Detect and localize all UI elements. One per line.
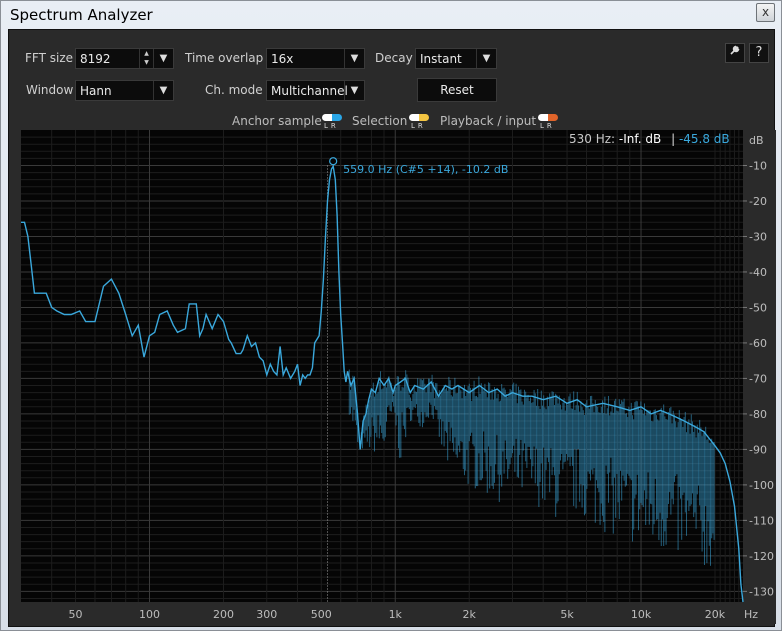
time-overlap-combo[interactable]: 16x ▼: [266, 48, 365, 69]
anchor-sample-label: Anchor sample: [232, 114, 322, 128]
analyzer-panel: FFT size 8192 ▲ ▼ ▼ Time overlap 16x ▼ De…: [8, 29, 776, 627]
y-tick-label: -50: [749, 301, 767, 314]
y-tick-label: -20: [749, 195, 767, 208]
wrench-icon: [729, 45, 741, 60]
settings-button[interactable]: [725, 43, 745, 63]
y-tick-label: -10: [749, 159, 767, 172]
y-tick-label: -120: [749, 550, 774, 563]
fft-size-combo[interactable]: 8192 ▲ ▼ ▼: [75, 48, 174, 69]
y-tick-label: -70: [749, 372, 767, 385]
selection-label: Selection: [352, 114, 408, 128]
window-combo[interactable]: Hann ▼: [75, 80, 174, 101]
y-tick-label: -130: [749, 585, 774, 598]
x-tick-label: 50: [69, 608, 83, 621]
y-tick-label: -60: [749, 337, 767, 350]
fft-size-label: FFT size: [25, 51, 74, 65]
ch-mode-combo[interactable]: Multichannel ▼: [266, 80, 365, 101]
y-tick-label: -110: [749, 514, 774, 527]
ch-mode-label: Ch. mode: [205, 83, 263, 97]
spectrum-chart[interactable]: -10 -20 -30 -40 -50 -60 -70 -80 -90 -100 -110 -120 -…: [21, 130, 776, 624]
chevron-down-icon[interactable]: ▼: [344, 81, 364, 100]
anchor-sample-chip[interactable]: [322, 114, 342, 121]
decay-label: Decay: [375, 51, 413, 65]
y-tick-label: -30: [749, 230, 767, 243]
reset-button[interactable]: Reset: [417, 78, 497, 102]
x-tick-label: 20k: [705, 608, 726, 621]
selection-lr-label: LR: [411, 122, 426, 130]
y-tick-label: -100: [749, 479, 774, 492]
readout-separator: |: [671, 132, 676, 146]
fft-size-value: 8192: [80, 52, 111, 66]
y-tick-label: -40: [749, 266, 767, 279]
y-tick-label: -90: [749, 443, 767, 456]
anchor-lr-label: LR: [324, 122, 339, 130]
x-tick-label: 2k: [463, 608, 477, 621]
x-tick-label: 100: [139, 608, 160, 621]
readout-left-db: -Inf. dB: [618, 132, 662, 146]
window-value: Hann: [80, 84, 112, 98]
help-button[interactable]: ?: [749, 43, 769, 63]
playback-lr-label: LR: [540, 122, 555, 130]
readout-right-db: -45.8 dB: [678, 132, 730, 146]
cursor-readout: 530 Hz: -Inf. dB | -45.8 dB: [569, 132, 730, 146]
x-tick-label: 200: [213, 608, 234, 621]
x-unit-label: Hz: [744, 608, 758, 621]
decay-combo[interactable]: Instant ▼: [415, 48, 497, 69]
window-title: Spectrum Analyzer: [10, 6, 153, 24]
readout-frequency: 530 Hz:: [569, 132, 616, 146]
chevron-down-icon[interactable]: ▼: [153, 81, 173, 100]
peak-label: 559.0 Hz (C#5 +14), -10.2 dB: [343, 163, 508, 176]
x-tick-label: 10k: [631, 608, 652, 621]
decay-value: Instant: [420, 52, 462, 66]
chevron-down-icon[interactable]: ▼: [153, 49, 173, 68]
chevron-down-icon[interactable]: ▼: [344, 49, 364, 68]
chevron-down-icon[interactable]: ▼: [476, 49, 496, 68]
selection-chip[interactable]: [409, 114, 429, 121]
x-tick-label: 500: [311, 608, 332, 621]
y-tick-label: -80: [749, 408, 767, 421]
x-tick-label: 300: [256, 608, 277, 621]
x-tick-label: 1k: [389, 608, 403, 621]
close-button[interactable]: x: [756, 3, 775, 22]
time-overlap-label: Time overlap: [185, 51, 264, 65]
time-overlap-value: 16x: [271, 52, 294, 66]
ch-mode-value: Multichannel: [271, 84, 348, 98]
window-label: Window: [26, 83, 74, 97]
playback-input-label: Playback / input: [440, 114, 537, 128]
x-tick-label: 5k: [560, 608, 574, 621]
spectrum-analyzer-window: Spectrum Analyzer x FFT size 8192 ▲ ▼ ▼ T…: [0, 0, 782, 631]
playback-input-chip[interactable]: [538, 114, 558, 121]
y-unit-label: dB: [749, 134, 764, 147]
title-bar[interactable]: Spectrum Analyzer x: [1, 1, 781, 29]
fft-size-spinner[interactable]: ▲ ▼: [139, 49, 153, 68]
